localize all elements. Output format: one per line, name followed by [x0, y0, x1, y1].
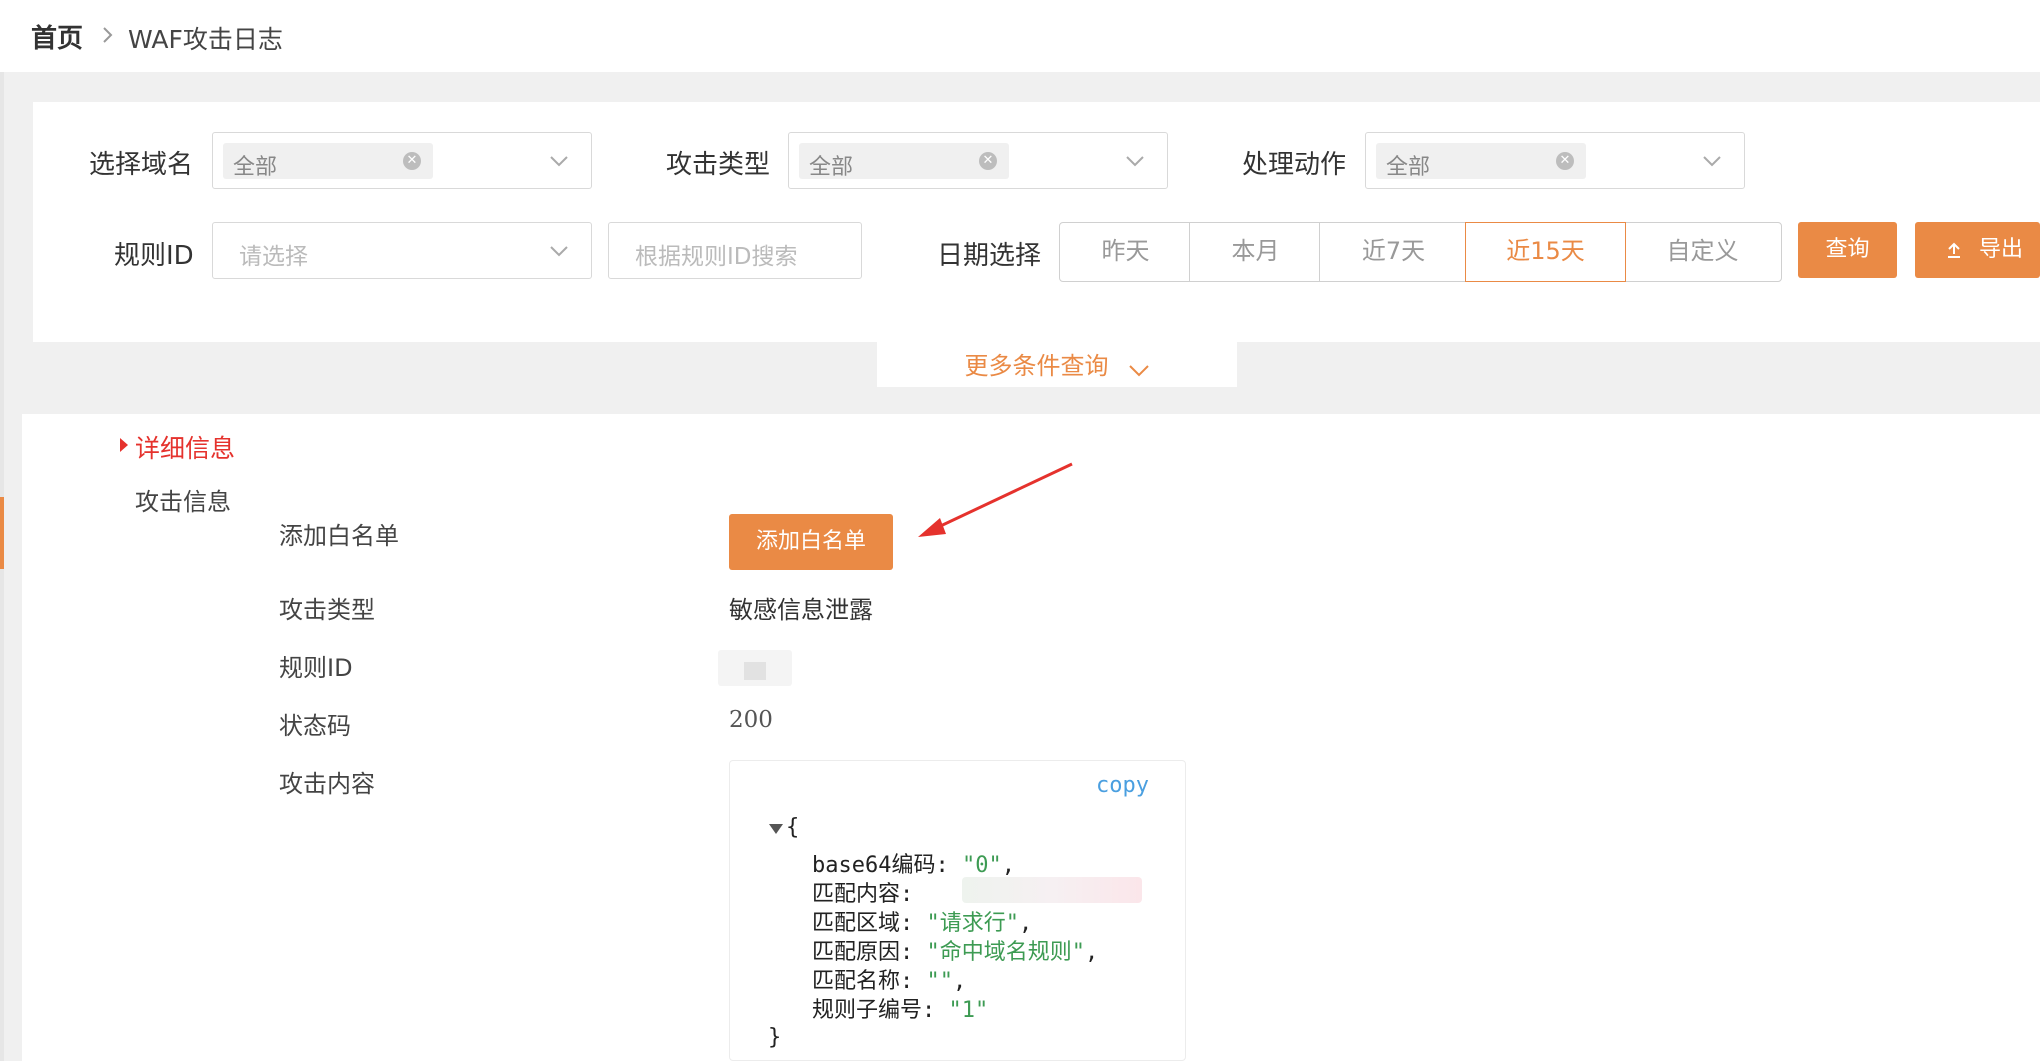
- json-viewer: copy { base64编码: "0", 匹配内容: 匹配区域: "请求行",…: [729, 760, 1186, 1061]
- more-conditions-label: 更多条件查询: [964, 352, 1109, 380]
- attack-type-tag-text: 全部: [809, 155, 854, 180]
- attack-type-row-value: 敏感信息泄露: [729, 596, 873, 624]
- date-option-15days[interactable]: 近15天: [1465, 222, 1626, 282]
- domain-select[interactable]: 全部 ✕: [212, 132, 592, 189]
- rule-id-label: 规则ID: [114, 241, 194, 271]
- collapse-icon[interactable]: [768, 823, 784, 835]
- clear-icon[interactable]: ✕: [1556, 152, 1574, 170]
- json-close-brace: }: [768, 1025, 782, 1050]
- domain-label: 选择域名: [89, 150, 194, 180]
- detail-section-title[interactable]: 详细信息: [135, 429, 235, 465]
- date-option-yesterday[interactable]: 昨天: [1059, 222, 1192, 282]
- date-option-custom[interactable]: 自定义: [1623, 222, 1782, 282]
- json-line: 规则子编号: "1": [812, 998, 989, 1023]
- date-option-7days[interactable]: 近7天: [1319, 222, 1468, 282]
- json-line: base64编码: "0",: [812, 853, 1015, 878]
- chevron-down-icon: [1128, 364, 1149, 376]
- upload-icon: [1948, 242, 1960, 258]
- export-button[interactable]: 导出: [1915, 222, 2040, 278]
- json-line: 匹配名称: "",: [812, 969, 967, 994]
- date-label: 日期选择: [937, 241, 1042, 271]
- action-tag: 全部 ✕: [1376, 143, 1586, 180]
- action-select[interactable]: 全部 ✕: [1365, 132, 1745, 189]
- breadcrumb-home[interactable]: 首页: [31, 18, 83, 55]
- chevron-down-icon: [1126, 156, 1144, 167]
- action-tag-text: 全部: [1386, 155, 1431, 180]
- attack-type-select[interactable]: 全部 ✕: [788, 132, 1168, 189]
- attack-type-tag: 全部 ✕: [799, 143, 1009, 180]
- attack-info-title: 攻击信息: [135, 488, 231, 516]
- breadcrumb-bar: 首页 WAF攻击日志: [0, 0, 2040, 72]
- rule-id-search-input[interactable]: 根据规则ID搜索: [608, 222, 862, 279]
- export-label: 导出: [1979, 237, 2024, 262]
- attack-type-row-label: 攻击类型: [279, 596, 375, 624]
- add-whitelist-button[interactable]: 添加白名单: [729, 514, 893, 570]
- action-label: 处理动作: [1242, 150, 1347, 180]
- more-conditions-toggle[interactable]: 更多条件查询: [877, 342, 1237, 387]
- whitelist-label: 添加白名单: [279, 522, 399, 550]
- query-button[interactable]: 查询: [1798, 222, 1897, 278]
- chevron-down-icon: [550, 156, 568, 167]
- domain-tag-text: 全部: [233, 155, 278, 180]
- breadcrumb-current: WAF攻击日志: [128, 25, 283, 54]
- rule-id-search-placeholder: 根据规则ID搜索: [635, 244, 798, 270]
- redacted-value: [962, 877, 1142, 903]
- attack-type-label: 攻击类型: [666, 150, 771, 180]
- status-code-value: 200: [729, 707, 773, 733]
- rule-id-row-label: 规则ID: [279, 654, 353, 682]
- clear-icon[interactable]: ✕: [403, 152, 421, 170]
- json-line: 匹配区域: "请求行",: [812, 911, 1033, 936]
- chevron-down-icon: [550, 246, 568, 257]
- rule-id-select[interactable]: 请选择: [212, 222, 592, 279]
- chevron-down-icon: [1703, 156, 1721, 167]
- redacted-value: [718, 650, 792, 686]
- clear-icon[interactable]: ✕: [979, 152, 997, 170]
- arrow-annotation-icon: [918, 462, 1073, 537]
- json-line: 匹配原因: "命中域名规则",: [812, 940, 1099, 965]
- attack-content-label: 攻击内容: [279, 770, 375, 798]
- status-code-label: 状态码: [279, 712, 351, 740]
- date-option-this-month[interactable]: 本月: [1189, 222, 1322, 282]
- rule-id-placeholder: 请选择: [239, 244, 308, 270]
- copy-button[interactable]: copy: [1096, 773, 1149, 798]
- caret-right-icon: [120, 438, 128, 452]
- chevron-right-icon: [103, 27, 113, 43]
- active-indicator: [0, 497, 4, 569]
- json-line: 匹配内容:: [812, 882, 914, 907]
- json-open-brace: {: [786, 815, 800, 840]
- domain-tag: 全部 ✕: [223, 143, 433, 180]
